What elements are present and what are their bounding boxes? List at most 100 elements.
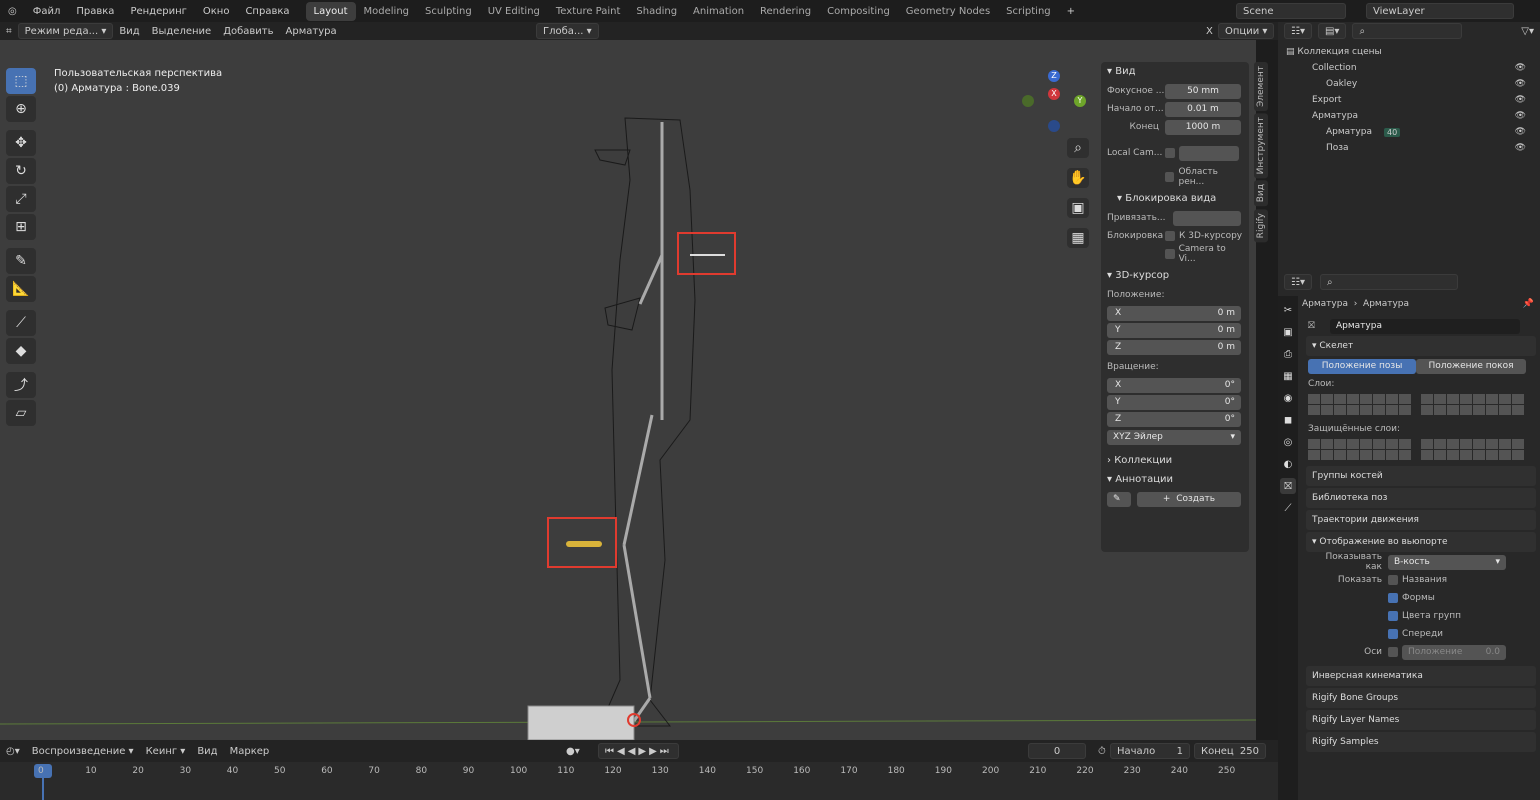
transform-orientation[interactable]: Глоба... ▾ bbox=[536, 23, 599, 39]
extrude-icon[interactable]: ⤴ bbox=[6, 372, 36, 398]
cursor-section-header[interactable]: ▾ 3D-курсор bbox=[1101, 266, 1249, 285]
axis-neg-y[interactable] bbox=[1022, 95, 1034, 107]
zoom-icon[interactable]: ⌕ bbox=[1067, 138, 1089, 158]
layer-cell[interactable] bbox=[1460, 450, 1472, 460]
rot-field[interactable]: X 0° bbox=[1107, 377, 1241, 393]
sidebar-tab[interactable]: Rigify bbox=[1254, 208, 1268, 242]
measure-icon[interactable]: 📐 bbox=[6, 276, 36, 302]
camera-to-view-checkbox[interactable] bbox=[1165, 249, 1175, 259]
outliner-row[interactable]: Арматура 40 👁 bbox=[1278, 124, 1540, 140]
scene-icon[interactable]: ◉ bbox=[1280, 390, 1296, 406]
camera-icon[interactable]: ▣ bbox=[1067, 198, 1089, 218]
clip-end-field[interactable]: 1000 m bbox=[1165, 119, 1241, 135]
sidebar-tab[interactable]: Инструмент bbox=[1254, 113, 1268, 179]
collections-section-header[interactable]: › Коллекции bbox=[1101, 451, 1249, 470]
sidebar-tab[interactable]: Вид bbox=[1254, 180, 1268, 207]
timeline-view-menu[interactable]: Вид bbox=[191, 743, 223, 759]
timeline-area[interactable]: 0 10 20 30 40 50 60 70 80 90 100 110 120 130 140 150 160… bbox=[0, 762, 1278, 800]
blender-logo-icon[interactable]: ◎ bbox=[0, 6, 25, 17]
render-icon[interactable]: ▣ bbox=[1280, 324, 1296, 340]
layer-cell[interactable] bbox=[1499, 405, 1511, 415]
x-ray-toggle[interactable]: X bbox=[1200, 23, 1219, 39]
properties-search-input[interactable]: ⌕ bbox=[1319, 274, 1458, 290]
layer-cell[interactable] bbox=[1434, 439, 1446, 449]
outliner-row[interactable]: Арматура 👁 bbox=[1278, 108, 1540, 124]
section-header[interactable]: Библиотека поз bbox=[1306, 488, 1536, 508]
header-menu-item[interactable]: Добавить bbox=[217, 23, 279, 39]
display-mode-icon[interactable]: ▤▾ bbox=[1317, 23, 1347, 39]
viewport-display-header[interactable]: ▾ Отображение во вьюпорте bbox=[1306, 532, 1536, 552]
eye-icon[interactable]: 👁 bbox=[1515, 143, 1526, 153]
layer-cell[interactable] bbox=[1360, 450, 1372, 460]
playback-controls[interactable]: ⏮◀◀▶▶⏭ bbox=[598, 743, 679, 759]
navigation-gizmo[interactable]: Z Y X bbox=[1020, 70, 1090, 140]
menu-item[interactable]: Окно bbox=[195, 6, 238, 17]
layer-cell[interactable] bbox=[1347, 439, 1359, 449]
playback-menu[interactable]: Воспроизведение ▾ bbox=[26, 743, 140, 759]
layer-cell[interactable] bbox=[1347, 394, 1359, 404]
layer-cell[interactable] bbox=[1512, 439, 1524, 449]
outliner-search-input[interactable]: ⌕ bbox=[1352, 23, 1463, 39]
annotation-icon[interactable]: ✎ bbox=[1107, 491, 1131, 507]
menu-item[interactable]: Файл bbox=[25, 6, 69, 17]
sidebar-tab[interactable]: Элемент bbox=[1254, 62, 1268, 112]
layer-cell[interactable] bbox=[1347, 405, 1359, 415]
header-menu-item[interactable]: Выделение bbox=[146, 23, 218, 39]
rotation-mode-select[interactable]: XYZ Эйлер ▾ bbox=[1107, 429, 1241, 445]
layer-cell[interactable] bbox=[1499, 450, 1511, 460]
axis-x[interactable]: X bbox=[1048, 88, 1060, 100]
layer-cell[interactable] bbox=[1308, 439, 1320, 449]
layer-cell[interactable] bbox=[1399, 439, 1411, 449]
section-header[interactable]: Rigify Layer Names bbox=[1306, 710, 1536, 730]
pan-hand-icon[interactable]: ✋ bbox=[1067, 168, 1089, 188]
create-annotation-button[interactable]: + Создать bbox=[1137, 491, 1241, 507]
layer-cell[interactable] bbox=[1334, 450, 1346, 460]
local-camera-checkbox[interactable] bbox=[1165, 148, 1175, 158]
layer-cell[interactable] bbox=[1486, 450, 1498, 460]
grid-view-icon[interactable]: ▦ bbox=[1067, 228, 1089, 248]
view-section-header[interactable]: ▾ Вид bbox=[1101, 62, 1249, 81]
protected-layers-grid[interactable] bbox=[1308, 439, 1534, 460]
axes-checkbox[interactable] bbox=[1388, 647, 1398, 657]
shear-icon[interactable]: ▱ bbox=[6, 400, 36, 426]
focal-field[interactable]: 50 mm bbox=[1165, 83, 1241, 99]
local-camera-field[interactable] bbox=[1179, 145, 1239, 161]
tab-shading[interactable]: Shading bbox=[628, 2, 685, 21]
layer-cell[interactable] bbox=[1447, 405, 1459, 415]
tab-geometry-nodes[interactable]: Geometry Nodes bbox=[898, 2, 998, 21]
outliner-row[interactable]: Поза 👁 bbox=[1278, 140, 1540, 156]
layer-cell[interactable] bbox=[1512, 450, 1524, 460]
layer-cell[interactable] bbox=[1421, 394, 1433, 404]
layer-cell[interactable] bbox=[1308, 450, 1320, 460]
tab-modeling[interactable]: Modeling bbox=[356, 2, 418, 21]
layer-cell[interactable] bbox=[1486, 394, 1498, 404]
layer-cell[interactable] bbox=[1321, 394, 1333, 404]
view-layer-icon[interactable]: ▦ bbox=[1280, 368, 1296, 384]
render-region-checkbox[interactable] bbox=[1165, 172, 1175, 182]
show-checkbox[interactable] bbox=[1388, 629, 1398, 639]
pin-icon[interactable]: 📌 bbox=[1523, 299, 1540, 309]
layer-cell[interactable] bbox=[1447, 439, 1459, 449]
scale-icon[interactable]: ⤢ bbox=[6, 186, 36, 212]
lock-cursor-checkbox[interactable] bbox=[1165, 231, 1175, 241]
layer-cell[interactable] bbox=[1421, 450, 1433, 460]
header-menu-item[interactable]: Арматура bbox=[280, 23, 343, 39]
layer-cell[interactable] bbox=[1321, 405, 1333, 415]
layer-cell[interactable] bbox=[1386, 450, 1398, 460]
axis-y[interactable]: Y bbox=[1074, 95, 1086, 107]
tab-rendering[interactable]: Rendering bbox=[752, 2, 819, 21]
layer-cell[interactable] bbox=[1360, 439, 1372, 449]
mode-selector[interactable]: Режим реда... ▾ bbox=[17, 23, 114, 39]
layer-cell[interactable] bbox=[1386, 405, 1398, 415]
clip-start-field[interactable]: 0.01 m bbox=[1165, 101, 1241, 117]
bone-layers-grid[interactable] bbox=[1308, 394, 1534, 415]
record-icon[interactable]: ●▾ bbox=[560, 743, 586, 759]
layer-cell[interactable] bbox=[1447, 450, 1459, 460]
layer-cell[interactable] bbox=[1434, 450, 1446, 460]
layer-cell[interactable] bbox=[1373, 394, 1385, 404]
section-header[interactable]: Группы костей bbox=[1306, 466, 1536, 486]
object-icon[interactable]: ◼ bbox=[1280, 412, 1296, 428]
filter-icon[interactable]: ▽▾ bbox=[1515, 23, 1540, 39]
layer-cell[interactable] bbox=[1334, 394, 1346, 404]
eye-icon[interactable]: 👁 bbox=[1515, 95, 1526, 105]
